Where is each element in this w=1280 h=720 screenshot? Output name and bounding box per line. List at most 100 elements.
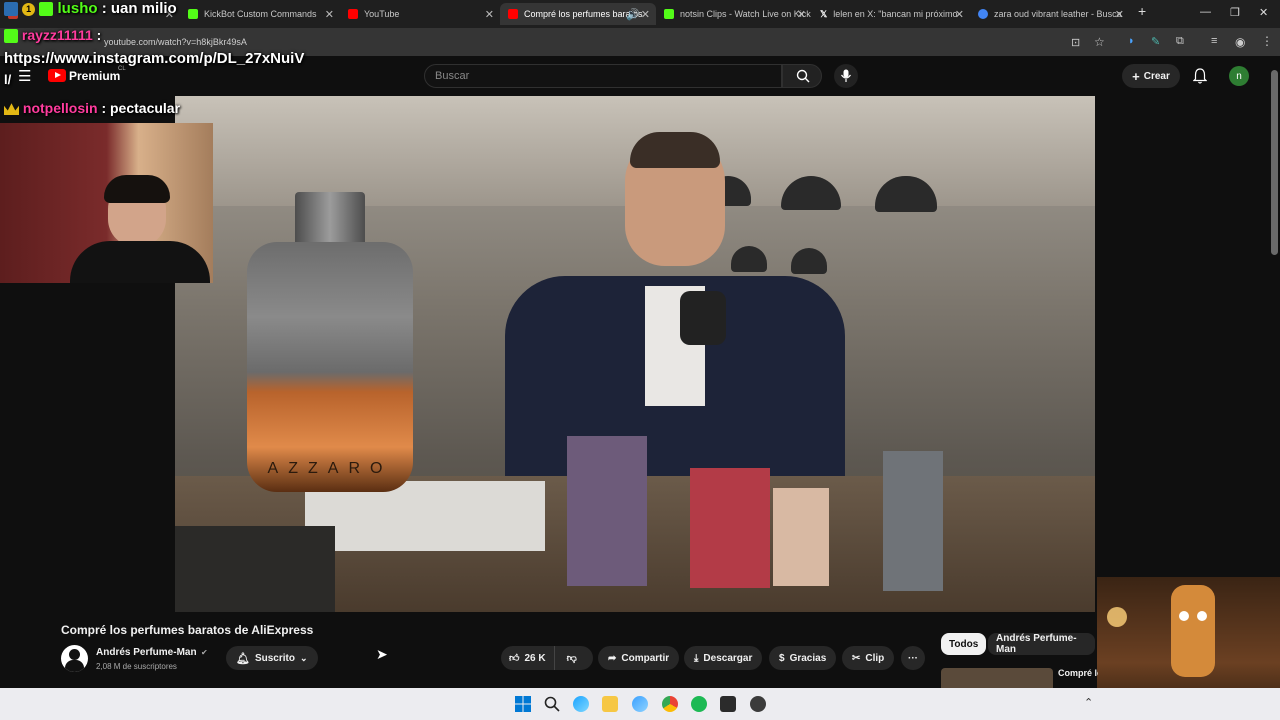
windows-start-icon[interactable] <box>515 696 531 712</box>
search-icon[interactable] <box>544 696 560 712</box>
close-icon[interactable]: ✕ <box>955 8 964 21</box>
mascot-body <box>1171 585 1215 677</box>
mascot-eye <box>1197 611 1207 621</box>
search-icon <box>796 69 810 83</box>
obs-icon[interactable] <box>750 696 766 712</box>
account-avatar[interactable]: n <box>1229 66 1249 86</box>
chat-badge-icon: 1 <box>22 2 36 16</box>
x-logo-icon: 𝕏 <box>820 8 828 19</box>
media-control-icon[interactable]: ≡ <box>1211 35 1217 47</box>
browser-tab-active[interactable]: Compré los perfumes baratos 🔊 ✕ <box>500 3 656 25</box>
close-icon[interactable]: ✕ <box>1115 8 1124 21</box>
notifications-bell-icon[interactable] <box>1193 68 1207 84</box>
mouse-cursor: ➤ <box>376 646 388 662</box>
close-icon[interactable]: ✕ <box>641 8 650 21</box>
presenter-hair <box>630 132 720 168</box>
create-button[interactable]: + Crear <box>1122 64 1180 88</box>
dislike-button[interactable]: 👎︎ <box>560 652 584 664</box>
clip-button[interactable]: ✂ Clip <box>842 646 895 670</box>
google-icon <box>978 9 988 19</box>
chat-badge-icon <box>39 2 54 17</box>
recommended-thumbnail[interactable] <box>941 668 1053 688</box>
browser-tab[interactable]: YouTube ✕ <box>340 3 500 25</box>
speaker-icon[interactable]: 🔊 <box>626 8 640 21</box>
file-explorer-icon[interactable] <box>602 696 618 712</box>
channel-avatar[interactable] <box>61 645 88 672</box>
chat-message-link: https://www.instagram.com/p/DL_27xNuiV <box>4 50 305 67</box>
chrome-icon[interactable] <box>662 696 678 712</box>
browser-tab[interactable]: KickBot Custom Commands ✕ <box>180 3 340 25</box>
share-icon: ➦ <box>608 652 617 664</box>
super-thanks-icon: $ <box>779 652 785 664</box>
voice-search-button[interactable] <box>834 64 858 88</box>
hamburger-menu-icon[interactable]: ☰ <box>18 67 31 85</box>
download-button[interactable]: ⤓ Descargar <box>684 646 763 670</box>
browser-tab[interactable]: notsin Clips - Watch Live on Kick ✕ <box>656 3 812 25</box>
plus-icon: + <box>1132 68 1140 84</box>
search-placeholder: Buscar <box>435 70 470 82</box>
premium-logo-text[interactable]: Premium <box>69 69 120 83</box>
new-tab-button[interactable]: + <box>1138 3 1146 19</box>
thumbs-up-icon: 👍︎ <box>509 653 520 664</box>
perfume-box <box>567 436 647 586</box>
chevron-up-icon[interactable]: ⌃ <box>1084 696 1093 709</box>
thanks-button[interactable]: $ Gracias <box>769 646 837 670</box>
youtube-icon <box>508 9 518 19</box>
filter-chip-channel[interactable]: Andrés Perfume-Man <box>988 633 1095 655</box>
windows-taskbar: ⌃ <box>0 688 1280 720</box>
chat-message-suffix: l/ <box>4 72 12 87</box>
recommended-title[interactable]: Compré los perfumes más famosos <box>1058 668 1098 678</box>
video-title: Compré los perfumes baratos de AliExpres… <box>61 623 314 637</box>
download-icon: ⤓ <box>694 652 699 664</box>
close-icon[interactable]: ✕ <box>325 8 334 21</box>
chat-message: 1 lusho : uan milio <box>4 0 177 17</box>
like-button[interactable]: 👍︎ 26 K <box>501 646 555 670</box>
snipping-tool-icon[interactable] <box>632 696 648 712</box>
profile-icon[interactable]: ◉ <box>1235 35 1245 49</box>
minimize-button[interactable]: — <box>1200 6 1211 18</box>
close-icon[interactable]: ✕ <box>485 8 494 21</box>
perfume-bottle-in-hand <box>680 291 726 345</box>
bottle-brand: AZZARO <box>267 460 393 477</box>
browser-tab[interactable]: zara oud vibrant leather - Busca ✕ <box>970 3 1130 25</box>
azzaro-bottle: AZZARO <box>247 242 413 492</box>
video-player[interactable]: AZZARO <box>175 96 1095 612</box>
chat-message: rayzz11111 : <box>4 27 101 44</box>
crown-icon <box>4 103 19 116</box>
puzzle-extensions-icon[interactable]: ⧉ <box>1176 35 1184 48</box>
weather-widget-icon[interactable] <box>573 696 589 712</box>
bell-icon: 🔔︎ <box>236 652 250 665</box>
kick-icon <box>664 9 674 19</box>
maximize-button[interactable]: ❐ <box>1230 6 1240 19</box>
window-close-button[interactable]: ✕ <box>1259 6 1268 19</box>
lamp <box>731 246 767 272</box>
terminal-icon[interactable] <box>720 696 736 712</box>
kick-icon <box>188 9 198 19</box>
filter-chip-all[interactable]: Todos <box>941 633 987 655</box>
search-button[interactable] <box>782 64 822 88</box>
spotify-icon[interactable] <box>691 696 707 712</box>
chat-message: notpellosin : pectacular <box>4 100 180 116</box>
more-actions-button[interactable]: ··· <box>901 646 925 670</box>
extension-icon[interactable]: ◗ <box>1128 35 1135 47</box>
browser-tab-strip: ✕ KickBot Custom Commands ✕ YouTube ✕ Co… <box>0 0 1280 28</box>
subscriber-count: 2,08 M de suscriptores <box>96 662 177 671</box>
mascot-eye <box>1179 611 1189 621</box>
install-app-icon[interactable]: ⊡ <box>1071 36 1080 49</box>
url-field[interactable]: youtube.com/watch?v=h8kjBkr49sA <box>104 37 247 47</box>
youtube-logo-icon[interactable] <box>48 69 66 82</box>
subscribed-button[interactable]: 🔔︎ Suscrito ⌄ <box>226 646 318 670</box>
channel-name[interactable]: Andrés Perfume-Man <box>96 647 197 658</box>
translate-extension-icon[interactable]: ✎ <box>1151 35 1160 48</box>
thumbs-down-icon: 👎︎ <box>566 653 577 664</box>
kebab-menu-icon[interactable]: ⋮ <box>1261 34 1273 48</box>
search-input[interactable]: Buscar <box>424 64 782 88</box>
bookmark-star-icon[interactable]: ☆ <box>1094 35 1105 49</box>
browser-tab[interactable]: 𝕏 lelen en X: "bancan mi próximo ✕ <box>812 3 970 25</box>
chat-badge-icon <box>4 2 18 17</box>
page-scrollbar[interactable] <box>1271 70 1278 255</box>
perfume-bottle <box>773 488 829 586</box>
share-button[interactable]: ➦ Compartir <box>598 646 680 670</box>
streamer-webcam <box>0 123 213 283</box>
close-icon[interactable]: ✕ <box>797 8 806 21</box>
